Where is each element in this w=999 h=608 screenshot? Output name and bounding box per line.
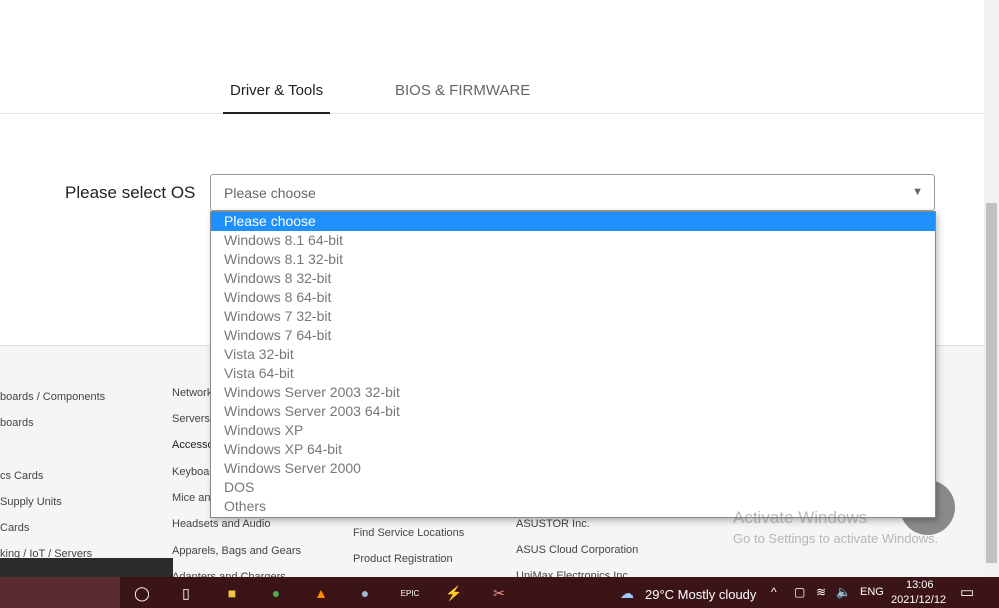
snipping-tool-icon[interactable]: ✂ xyxy=(488,582,510,604)
os-select-label: Please select OS xyxy=(65,183,196,202)
task-view-icon[interactable]: ▯ xyxy=(175,582,197,604)
dropdown-arrow-icon: ▼ xyxy=(912,186,923,198)
os-option[interactable]: Windows 7 64-bit xyxy=(211,326,935,345)
vlc-icon[interactable]: ▲ xyxy=(310,582,332,604)
tab-bios-firmware[interactable]: BIOS & FIRMWARE xyxy=(388,82,537,99)
taskbar-search[interactable] xyxy=(0,577,120,608)
steam-icon[interactable]: ● xyxy=(354,582,376,604)
os-option[interactable]: Vista 64-bit xyxy=(211,364,935,383)
footer-link[interactable]: Headsets and Audio xyxy=(172,518,270,530)
volume-icon[interactable]: 🔈 xyxy=(836,585,851,599)
clock-date[interactable]: 2021/12/12 xyxy=(891,594,946,606)
os-option[interactable]: Windows Server 2000 xyxy=(211,459,935,478)
os-select[interactable]: Please choose ▼ xyxy=(210,174,935,211)
activation-subtitle: Go to Settings to activate Windows. xyxy=(733,531,939,546)
footer-link[interactable]: cs Cards xyxy=(0,470,43,482)
scrollbar-thumb[interactable] xyxy=(986,203,997,563)
os-option[interactable]: Vista 32-bit xyxy=(211,345,935,364)
footer-link[interactable]: Mice an xyxy=(172,492,211,504)
footer-link[interactable]: Cards xyxy=(0,522,29,534)
footer-link[interactable]: Find Service Locations xyxy=(353,527,464,539)
activation-title: Activate Windows xyxy=(733,508,868,527)
os-option[interactable]: Windows XP xyxy=(211,421,935,440)
chrome-icon[interactable]: ● xyxy=(265,582,287,604)
footer-link[interactable]: Product Registration xyxy=(353,553,453,565)
meet-now-icon[interactable]: ▢ xyxy=(794,585,805,599)
footer-link[interactable]: ASUS Cloud Corporation xyxy=(516,544,638,556)
tab-bar: Driver & Tools BIOS & FIRMWARE xyxy=(0,0,984,114)
os-option[interactable]: Windows Server 2003 64-bit xyxy=(211,402,935,421)
os-option[interactable]: Windows Server 2003 32-bit xyxy=(211,383,935,402)
scrollbar[interactable] xyxy=(984,0,999,577)
wifi-icon[interactable]: ≋ xyxy=(816,585,826,599)
tooltip xyxy=(0,558,173,578)
os-option[interactable]: DOS xyxy=(211,478,935,497)
os-option[interactable]: Windows 8.1 64-bit xyxy=(211,231,935,250)
file-explorer-icon[interactable]: ■ xyxy=(221,582,243,604)
notifications-icon[interactable]: ▭ xyxy=(960,583,974,601)
epic-games-icon[interactable]: EPIC xyxy=(399,582,421,604)
os-option[interactable]: Windows 8 32-bit xyxy=(211,269,935,288)
footer-link[interactable]: Network xyxy=(172,387,212,399)
language-indicator[interactable]: ENG xyxy=(860,586,884,598)
cortana-icon[interactable]: ◯ xyxy=(131,582,153,604)
footer-heading: Accesso xyxy=(172,439,214,451)
os-dropdown-list: Please choose Windows 8.1 64-bit Windows 8… xyxy=(210,211,936,518)
footer-link[interactable]: Apparels, Bags and Gears xyxy=(172,545,301,557)
clock-time[interactable]: 13:06 xyxy=(906,579,934,591)
footer-link[interactable]: boards / Components xyxy=(0,391,105,403)
os-option[interactable]: Windows 8 64-bit xyxy=(211,288,935,307)
os-option[interactable]: Please choose xyxy=(211,212,935,231)
taskbar: ◯ ▯ ■ ● ▲ ● EPIC ⚡ ✂ ☁ 29°C Mostly cloud… xyxy=(0,577,999,608)
os-option[interactable]: Windows 7 32-bit xyxy=(211,307,935,326)
bolt-app-icon[interactable]: ⚡ xyxy=(443,582,465,604)
weather-cloud-icon: ☁ xyxy=(620,584,634,601)
chevron-up-icon[interactable]: ^ xyxy=(771,585,777,599)
os-select-value: Please choose xyxy=(224,185,316,201)
os-option[interactable]: Windows 8.1 32-bit xyxy=(211,250,935,269)
footer-link[interactable]: Servers xyxy=(172,413,210,425)
weather-text[interactable]: 29°C Mostly cloudy xyxy=(645,587,756,602)
footer-link[interactable]: Keyboar xyxy=(172,466,213,478)
footer-link[interactable]: Supply Units xyxy=(0,496,62,508)
footer-link[interactable]: boards xyxy=(0,417,34,429)
os-option[interactable]: Windows XP 64-bit xyxy=(211,440,935,459)
footer-link[interactable]: ASUSTOR Inc. xyxy=(516,518,590,530)
tab-driver-tools[interactable]: Driver & Tools xyxy=(223,82,331,114)
